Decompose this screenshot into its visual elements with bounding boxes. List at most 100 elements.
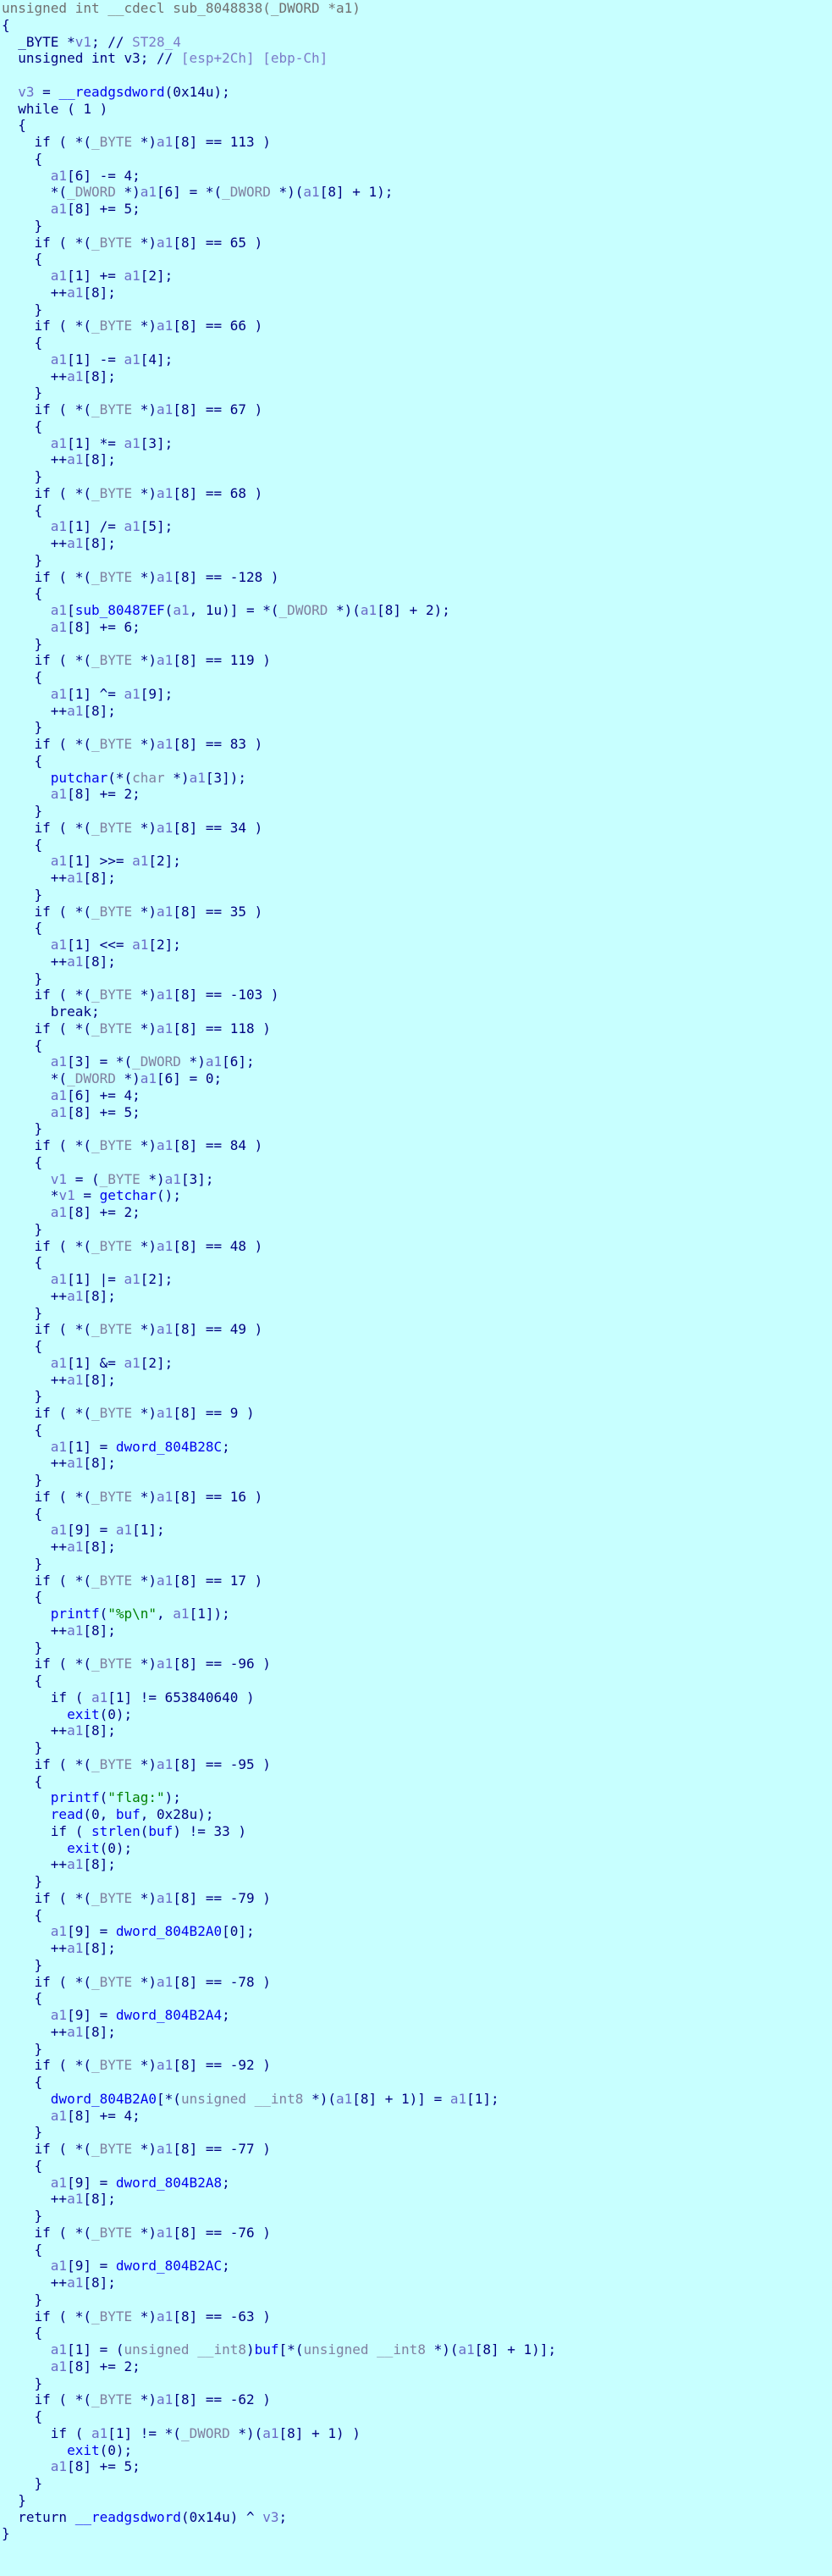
code-line[interactable]: break; bbox=[2, 1003, 832, 1020]
code-line[interactable]: } bbox=[2, 468, 832, 485]
code-line[interactable]: } bbox=[2, 384, 832, 401]
code-line[interactable]: { bbox=[2, 2324, 832, 2341]
code-line[interactable]: a1[sub_80487EF(a1, 1u)] = *(_DWORD *)(a1… bbox=[2, 602, 832, 619]
code-line[interactable]: a1[8] += 5; bbox=[2, 2458, 832, 2475]
code-line[interactable]: exit(0); bbox=[2, 2442, 832, 2459]
code-line[interactable]: { bbox=[2, 2074, 832, 2091]
code-line[interactable]: read(0, buf, 0x28u); bbox=[2, 1806, 832, 1823]
code-editor[interactable]: unsigned int __cdecl sub_8048838(_DWORD … bbox=[0, 0, 832, 2576]
code-line[interactable]: ++a1[8]; bbox=[2, 1940, 832, 1957]
code-line[interactable]: ++a1[8]; bbox=[2, 451, 832, 468]
code-line[interactable]: if ( *(_BYTE *)a1[8] == -62 ) bbox=[2, 2391, 832, 2408]
code-line[interactable]: return __readgsdword(0x14u) ^ v3; bbox=[2, 2509, 832, 2526]
code-line[interactable]: ++a1[8]; bbox=[2, 1539, 832, 1556]
code-line[interactable]: if ( *(_BYTE *)a1[8] == -77 ) bbox=[2, 2141, 832, 2158]
code-line[interactable]: if ( *(_BYTE *)a1[8] == -96 ) bbox=[2, 1656, 832, 1672]
code-line[interactable]: while ( 1 ) bbox=[2, 101, 832, 118]
code-line[interactable]: if ( *(_BYTE *)a1[8] == -78 ) bbox=[2, 1974, 832, 1991]
code-line[interactable]: if ( *(_BYTE *)a1[8] == 119 ) bbox=[2, 652, 832, 669]
code-line[interactable]: a1[6] -= 4; bbox=[2, 168, 832, 185]
code-line[interactable]: a1[3] = *(_DWORD *)a1[6]; bbox=[2, 1053, 832, 1070]
code-line[interactable]: } bbox=[2, 636, 832, 653]
code-line[interactable]: } bbox=[2, 1739, 832, 1756]
code-line[interactable]: a1[1] = (unsigned __int8)buf[*(unsigned … bbox=[2, 2341, 832, 2358]
code-line[interactable]: *(_DWORD *)a1[6] = *(_DWORD *)(a1[8] + 1… bbox=[2, 184, 832, 201]
code-line[interactable]: putchar(*(char *)a1[3]); bbox=[2, 770, 832, 787]
code-line[interactable]: if ( *(_BYTE *)a1[8] == 65 ) bbox=[2, 235, 832, 252]
code-line[interactable]: if ( *(_BYTE *)a1[8] == -76 ) bbox=[2, 2225, 832, 2242]
code-line[interactable]: a1[8] += 6; bbox=[2, 619, 832, 636]
code-line[interactable]: if ( *(_BYTE *)a1[8] == 49 ) bbox=[2, 1321, 832, 1338]
code-line[interactable]: } bbox=[2, 1957, 832, 1974]
code-line[interactable]: _BYTE *v1; // ST28_4 bbox=[2, 34, 832, 51]
code-line[interactable]: ++a1[8]; bbox=[2, 1372, 832, 1389]
code-line[interactable]: } bbox=[2, 1556, 832, 1573]
code-line[interactable]: unsigned int v3; // [esp+2Ch] [ebp-Ch] bbox=[2, 50, 832, 67]
code-line[interactable]: ++a1[8]; bbox=[2, 703, 832, 720]
code-line[interactable]: if ( *(_BYTE *)a1[8] == 48 ) bbox=[2, 1238, 832, 1255]
code-line[interactable]: if ( *(_BYTE *)a1[8] == 113 ) bbox=[2, 134, 832, 151]
code-line[interactable]: } bbox=[2, 1305, 832, 1322]
code-line[interactable]: { bbox=[2, 1037, 832, 1054]
code-line[interactable]: { bbox=[2, 1589, 832, 1606]
code-line[interactable]: if ( *(_BYTE *)a1[8] == 118 ) bbox=[2, 1020, 832, 1037]
code-line[interactable]: a1[1] |= a1[2]; bbox=[2, 1271, 832, 1288]
code-line[interactable]: unsigned int __cdecl sub_8048838(_DWORD … bbox=[2, 0, 832, 17]
code-line[interactable]: { bbox=[2, 1422, 832, 1439]
code-line[interactable]: a1[8] += 2; bbox=[2, 786, 832, 803]
code-line[interactable]: if ( *(_BYTE *)a1[8] == -95 ) bbox=[2, 1756, 832, 1773]
code-line[interactable]: { bbox=[2, 669, 832, 686]
code-line[interactable]: if ( *(_BYTE *)a1[8] == 16 ) bbox=[2, 1489, 832, 1506]
code-line[interactable]: } bbox=[2, 1873, 832, 1890]
code-line[interactable]: a1[9] = dword_804B2AC; bbox=[2, 2258, 832, 2275]
code-line[interactable]: } bbox=[2, 887, 832, 904]
code-line[interactable]: { bbox=[2, 920, 832, 937]
code-line[interactable]: a1[8] += 5; bbox=[2, 1104, 832, 1121]
code-line[interactable]: if ( *(_BYTE *)a1[8] == 84 ) bbox=[2, 1137, 832, 1154]
code-line[interactable]: if ( *(_BYTE *)a1[8] == -92 ) bbox=[2, 2057, 832, 2074]
code-line[interactable]: } bbox=[2, 301, 832, 318]
code-line[interactable]: a1[1] >>= a1[2]; bbox=[2, 853, 832, 870]
code-line[interactable]: } bbox=[2, 1639, 832, 1656]
code-line[interactable]: *v1 = getchar(); bbox=[2, 1187, 832, 1204]
code-line[interactable]: a1[1] /= a1[5]; bbox=[2, 518, 832, 535]
code-line[interactable]: if ( *(_BYTE *)a1[8] == -103 ) bbox=[2, 987, 832, 1003]
code-line[interactable]: printf("%p\n", a1[1]); bbox=[2, 1606, 832, 1622]
code-line[interactable]: if ( *(_BYTE *)a1[8] == 67 ) bbox=[2, 401, 832, 418]
code-line[interactable]: { bbox=[2, 17, 832, 34]
code-line[interactable]: { bbox=[2, 1773, 832, 1790]
code-line[interactable] bbox=[2, 67, 832, 84]
code-line[interactable]: { bbox=[2, 151, 832, 168]
code-line[interactable]: printf("flag:"); bbox=[2, 1789, 832, 1806]
code-line[interactable]: { bbox=[2, 1506, 832, 1523]
code-line[interactable]: } bbox=[2, 2375, 832, 2392]
code-line[interactable]: dword_804B2A0[*(unsigned __int8 *)(a1[8]… bbox=[2, 2091, 832, 2108]
code-line[interactable]: { bbox=[2, 585, 832, 602]
code-line[interactable]: { bbox=[2, 502, 832, 519]
code-line[interactable]: } bbox=[2, 2124, 832, 2141]
code-line[interactable]: { bbox=[2, 753, 832, 770]
code-line[interactable]: ++a1[8]; bbox=[2, 535, 832, 552]
code-line[interactable]: v1 = (_BYTE *)a1[3]; bbox=[2, 1171, 832, 1188]
code-line[interactable]: exit(0); bbox=[2, 1840, 832, 1857]
code-line[interactable]: { bbox=[2, 418, 832, 435]
code-line[interactable]: { bbox=[2, 117, 832, 134]
code-line[interactable]: } bbox=[2, 2291, 832, 2308]
code-line[interactable]: } bbox=[2, 552, 832, 569]
code-line[interactable]: { bbox=[2, 334, 832, 351]
code-line[interactable]: a1[1] ^= a1[9]; bbox=[2, 686, 832, 703]
code-line[interactable]: { bbox=[2, 2158, 832, 2175]
code-line[interactable]: ++a1[8]; bbox=[2, 2275, 832, 2291]
code-line[interactable]: } bbox=[2, 2208, 832, 2225]
code-line[interactable]: if ( *(_BYTE *)a1[8] == 34 ) bbox=[2, 820, 832, 837]
code-line[interactable]: a1[8] += 5; bbox=[2, 201, 832, 218]
code-line[interactable]: ++a1[8]; bbox=[2, 285, 832, 301]
code-line[interactable]: } bbox=[2, 2492, 832, 2509]
code-line[interactable]: } bbox=[2, 1120, 832, 1137]
code-line[interactable]: } bbox=[2, 1472, 832, 1489]
code-line[interactable]: { bbox=[2, 1254, 832, 1271]
code-line[interactable]: ++a1[8]; bbox=[2, 1288, 832, 1305]
code-line[interactable]: } bbox=[2, 2475, 832, 2492]
code-line[interactable]: a1[9] = dword_804B2A4; bbox=[2, 2007, 832, 2024]
code-line[interactable]: a1[1] <<= a1[2]; bbox=[2, 937, 832, 954]
